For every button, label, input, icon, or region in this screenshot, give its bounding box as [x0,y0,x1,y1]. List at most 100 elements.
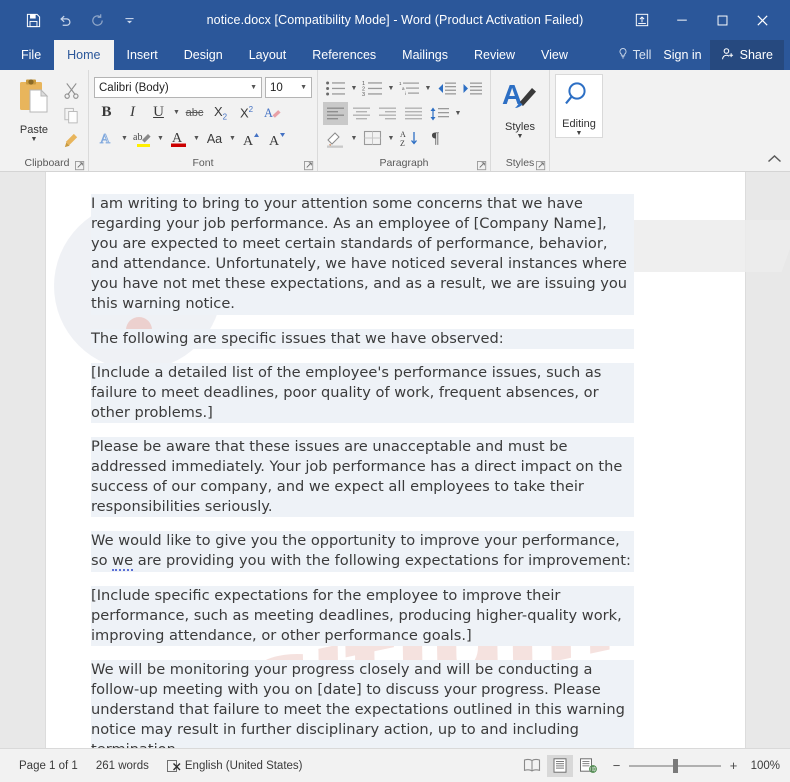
undo-icon[interactable] [50,6,80,34]
styles-button[interactable]: A Styles ▼ [496,74,544,140]
document-paragraph[interactable]: I am writing to bring to your attention … [91,194,634,315]
sign-in-button[interactable]: Sign in [655,48,709,62]
underline-icon[interactable]: U [146,101,171,124]
borders-chevron-down-icon[interactable]: ▼ [386,127,396,150]
zoom-out-button[interactable]: − [611,758,622,773]
zoom-slider[interactable] [629,758,721,773]
align-left-icon[interactable] [323,102,348,125]
font-name-value: Calibri (Body) [99,81,169,94]
document-paragraph[interactable]: [Include a detailed list of the employee… [91,362,634,423]
tab-references[interactable]: References [299,40,389,70]
grow-font-icon[interactable]: A [238,127,263,150]
line-spacing-icon[interactable] [427,102,452,125]
font-name-combobox[interactable]: Calibri (Body) ▼ [94,77,262,98]
superscript-icon[interactable]: X2 [234,101,259,124]
document-paragraph[interactable]: We will be monitoring your progress clos… [91,659,634,748]
word-count[interactable]: 261 words [87,760,158,772]
zoom-slider-thumb[interactable] [673,758,678,773]
format-painter-icon[interactable] [59,129,83,151]
read-mode-icon[interactable] [519,755,545,777]
tab-review[interactable]: Review [461,40,528,70]
numbering-chevron-down-icon[interactable]: ▼ [386,77,396,100]
maximize-icon[interactable] [702,3,742,37]
strikethrough-icon[interactable]: abc [182,101,207,124]
underline-chevron-down-icon[interactable]: ▼ [172,101,181,124]
editing-button[interactable]: Editing ▼ [555,74,603,138]
document-paragraph[interactable]: [Include specific expectations for the e… [91,585,634,646]
document-canvas[interactable]: nsitium I am writing to bring to your at… [0,172,790,748]
tab-layout[interactable]: Layout [236,40,300,70]
align-right-icon[interactable] [375,102,400,125]
copy-icon[interactable] [59,104,83,126]
document-page[interactable]: nsitium I am writing to bring to your at… [46,172,790,748]
zoom-level[interactable]: 100% [746,760,780,772]
paragraph-dialog-launcher-icon[interactable] [477,159,488,171]
tab-home[interactable]: Home [54,40,114,70]
shading-icon[interactable] [323,127,348,150]
bold-icon[interactable]: B [94,101,119,124]
close-icon[interactable] [742,3,782,37]
web-layout-icon[interactable] [575,755,601,777]
document-body[interactable]: I am writing to bring to your attention … [91,194,634,748]
subscript-icon[interactable]: X2 [208,101,233,124]
minimize-icon[interactable] [662,3,702,37]
share-button[interactable]: Share [709,40,784,70]
document-paragraph[interactable]: The following are specific issues that w… [91,328,634,349]
clear-formatting-icon[interactable]: A [260,101,285,124]
multilevel-chevron-down-icon[interactable]: ▼ [423,77,433,100]
redo-icon[interactable] [82,6,112,34]
line-spacing-chevron-down-icon[interactable]: ▼ [453,102,463,125]
collapse-ribbon-icon[interactable] [767,153,782,167]
change-case-chevron-down-icon[interactable]: ▼ [228,127,237,150]
font-dialog-launcher-icon[interactable] [304,159,315,171]
decrease-indent-icon[interactable] [434,77,459,100]
clipboard-dialog-launcher-icon[interactable] [75,159,86,171]
font-color-chevron-down-icon[interactable]: ▼ [192,127,201,150]
shading-chevron-down-icon[interactable]: ▼ [349,127,359,150]
print-layout-icon[interactable] [547,754,573,777]
zoom-in-button[interactable]: + [728,758,739,773]
show-formatting-marks-icon[interactable]: ¶ [423,127,448,150]
align-center-icon[interactable] [349,102,374,125]
chevron-down-icon[interactable]: ▼ [517,133,524,140]
chevron-down-icon[interactable]: ▼ [300,84,307,91]
numbering-icon[interactable]: 123 [360,77,385,100]
ribbon-display-options-icon[interactable] [622,3,662,37]
customize-quick-access-icon[interactable] [114,6,144,34]
multilevel-list-icon[interactable]: 1ai [397,77,422,100]
sort-icon[interactable]: AZ [397,127,422,150]
tell-me-box[interactable]: Tell [613,47,656,63]
bullets-chevron-down-icon[interactable]: ▼ [349,77,359,100]
tab-file[interactable]: File [8,40,54,70]
change-case-icon[interactable]: Aa [202,127,227,150]
page-indicator[interactable]: Page 1 of 1 [10,760,87,772]
text-highlight-color-icon[interactable]: ab [130,127,155,150]
save-icon[interactable] [18,6,48,34]
italic-icon[interactable]: I [120,101,145,124]
tab-design[interactable]: Design [171,40,236,70]
styles-dialog-launcher-icon[interactable] [536,159,547,171]
borders-icon[interactable] [360,127,385,150]
tab-view[interactable]: View [528,40,581,70]
chevron-down-icon[interactable]: ▼ [31,136,38,143]
language-indicator[interactable]: English (United States) [176,760,312,772]
chevron-down-icon[interactable]: ▼ [576,130,583,137]
tab-mailings[interactable]: Mailings [389,40,461,70]
spell-check-icon[interactable] [158,759,181,773]
document-paragraph[interactable]: We would like to give you the opportunit… [91,531,634,572]
bullets-icon[interactable] [323,77,348,100]
document-paragraph[interactable]: Please be aware that these issues are un… [91,436,634,518]
text-effects-icon[interactable]: A [94,127,119,150]
text-effects-chevron-down-icon[interactable]: ▼ [120,127,129,150]
tab-insert[interactable]: Insert [114,40,171,70]
paste-button[interactable]: Paste ▼ [11,76,57,151]
font-color-icon[interactable]: A [166,127,191,150]
increase-indent-icon[interactable] [460,77,485,100]
grammar-error-word[interactable]: we [112,552,134,572]
chevron-down-icon[interactable]: ▼ [250,84,257,91]
highlight-chevron-down-icon[interactable]: ▼ [156,127,165,150]
shrink-font-icon[interactable]: A [264,127,289,150]
cut-icon[interactable] [59,79,83,101]
font-size-combobox[interactable]: 10 ▼ [265,77,312,98]
justify-icon[interactable] [401,102,426,125]
